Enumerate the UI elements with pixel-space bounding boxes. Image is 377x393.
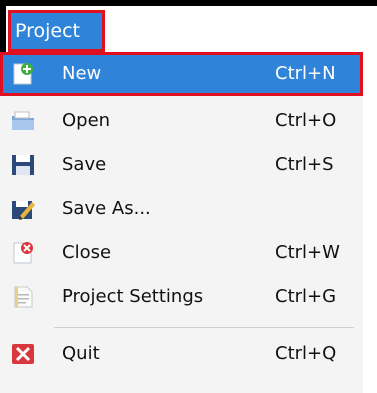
dropdown-right-margin xyxy=(363,52,377,393)
menu-item-label: Open xyxy=(62,110,111,131)
menu-item-shortcut: Ctrl+W xyxy=(275,242,340,263)
open-folder-icon xyxy=(10,108,36,134)
save-disk-icon xyxy=(10,152,36,178)
menu-item-label: Save xyxy=(62,154,107,175)
menu-item-quit[interactable]: Quit Ctrl+Q xyxy=(0,332,363,376)
menu-item-label: Close xyxy=(62,242,112,263)
menu-item-close[interactable]: Close Ctrl+W xyxy=(0,231,363,275)
menu-item-shortcut: Ctrl+O xyxy=(275,110,337,131)
menu-item-label: Save As... xyxy=(62,198,151,219)
menu-item-project-settings[interactable]: Project Settings Ctrl+G xyxy=(0,275,363,319)
menu-item-label: New xyxy=(62,63,102,84)
menu-item-shortcut: Ctrl+Q xyxy=(275,343,337,364)
menu-item-label: Project Settings xyxy=(62,286,204,307)
new-project-icon xyxy=(10,61,36,87)
menu-item-save-as[interactable]: Save As... xyxy=(0,187,363,231)
menu-separator xyxy=(54,327,354,328)
close-project-icon xyxy=(10,240,36,266)
menu-item-save[interactable]: Save Ctrl+S xyxy=(0,143,363,187)
menu-item-open[interactable]: Open Ctrl+O xyxy=(0,99,363,143)
menu-item-shortcut: Ctrl+G xyxy=(275,286,337,307)
menu-project[interactable]: Project xyxy=(8,10,105,52)
menu-item-label: Quit xyxy=(62,343,100,364)
project-dropdown-menu: New Ctrl+N Open Ctrl+O Save Ctrl+S Save … xyxy=(0,52,377,393)
quit-icon xyxy=(10,341,36,367)
window-border-top xyxy=(0,0,377,6)
menu-item-shortcut: Ctrl+S xyxy=(275,154,334,175)
settings-document-icon xyxy=(10,284,36,310)
menu-item-shortcut: Ctrl+N xyxy=(275,63,336,84)
menu-bar: Project xyxy=(0,0,377,60)
menu-item-new[interactable]: New Ctrl+N xyxy=(0,52,363,96)
screen: Project New Ctrl+N Open Ctrl+O Save Ctrl… xyxy=(0,0,377,393)
window-border-left xyxy=(0,0,6,60)
save-as-icon xyxy=(10,196,36,222)
